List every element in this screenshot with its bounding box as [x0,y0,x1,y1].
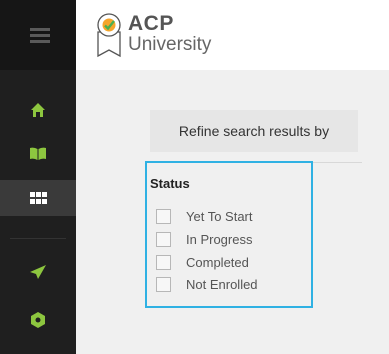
checkbox[interactable] [156,254,171,270]
status-option-in-progress[interactable]: In Progress [156,230,252,248]
refine-search-button[interactable]: Refine search results by [150,110,358,152]
menu-icon[interactable] [30,28,50,44]
status-option-yet-to-start[interactable]: Yet To Start [156,207,253,225]
sidebar-top [0,0,76,70]
book-icon [30,147,46,160]
logo-line1: ACP [128,12,174,35]
grid-icon [29,192,47,204]
hexagon-icon [31,312,45,328]
sidebar-item-grid[interactable] [0,180,76,216]
sidebar [0,0,76,354]
sidebar-divider [10,238,66,239]
checkbox-label: Completed [186,254,249,270]
checkbox[interactable] [156,276,171,292]
sidebar-item-hexagon[interactable] [0,302,76,338]
status-option-completed[interactable]: Completed [156,253,249,271]
send-icon [30,265,46,279]
sidebar-item-catalog[interactable] [0,136,76,172]
sidebar-item-send[interactable] [0,254,76,290]
checkbox-label: Yet To Start [186,208,253,224]
header: ACP University [76,0,389,70]
home-icon [31,103,45,117]
status-filter-title: Status [150,176,190,191]
acp-logo-icon [97,13,121,58]
checkbox-label: Not Enrolled [186,276,258,292]
status-option-not-enrolled[interactable]: Not Enrolled [156,275,258,293]
checkbox[interactable] [156,208,171,224]
checkbox-label: In Progress [186,231,253,247]
logo-line2: University [128,34,212,55]
sidebar-item-home[interactable] [0,92,76,128]
checkbox[interactable] [156,231,171,247]
